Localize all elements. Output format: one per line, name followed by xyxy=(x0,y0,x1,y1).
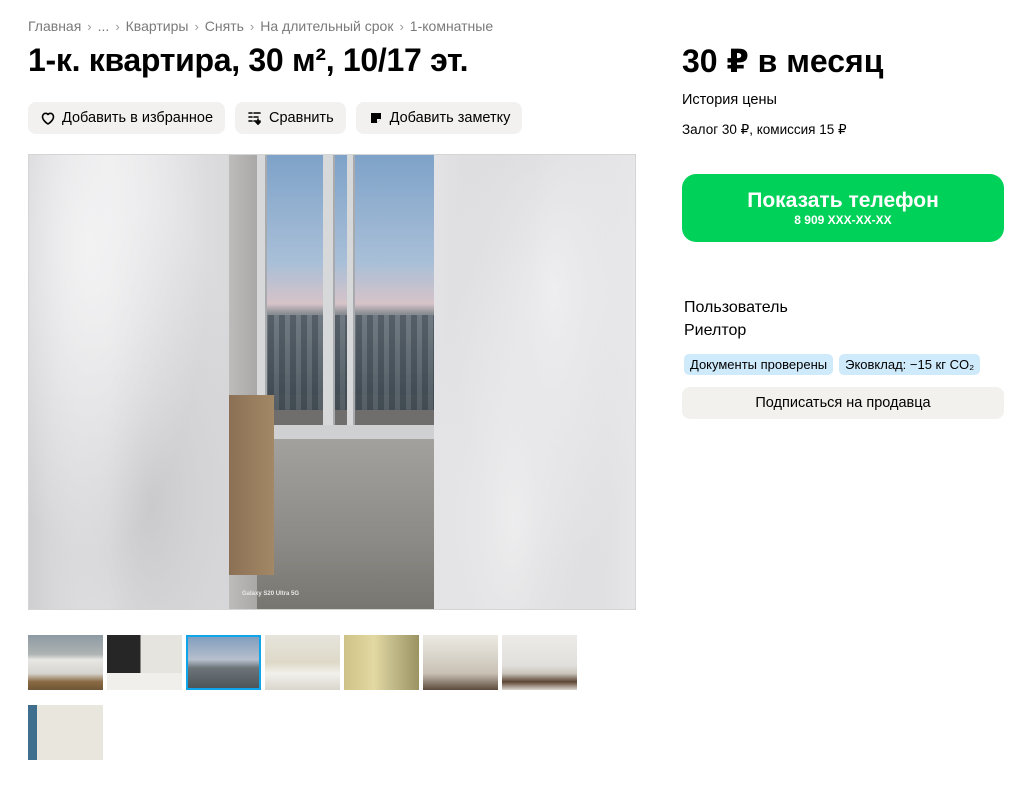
breadcrumb-separator: › xyxy=(87,18,92,34)
thumbnail-6[interactable] xyxy=(423,635,498,690)
price-history-link[interactable]: История цены xyxy=(682,92,777,108)
seller-type: Риелтор xyxy=(684,322,747,339)
main-photo-viewer[interactable]: Galaxy S20 Ultra 5G xyxy=(28,154,636,610)
thumbnail-7[interactable] xyxy=(502,635,577,690)
breadcrumb-separator: › xyxy=(399,18,404,34)
documents-verified-badge[interactable]: Документы проверены xyxy=(684,354,834,375)
thumbnail-8[interactable] xyxy=(28,705,103,760)
deposit-commission: Залог 30 ₽, комиссия 15 ₽ xyxy=(682,122,847,137)
subscribe-to-seller-button[interactable]: Подписаться на продавца xyxy=(682,387,1004,419)
compare-button[interactable]: Сравнить xyxy=(235,102,346,134)
breadcrumb-apartments[interactable]: Квартиры xyxy=(126,18,189,34)
breadcrumb-ellipsis[interactable]: ... xyxy=(98,18,110,34)
main-photo: Galaxy S20 Ultra 5G xyxy=(229,155,434,609)
thumbnail-4[interactable] xyxy=(265,635,340,690)
show-phone-button[interactable]: Показать телефон 8 909 XXX-XX-XX xyxy=(682,174,1004,242)
photo-watermark: Galaxy S20 Ultra 5G xyxy=(242,591,300,597)
add-to-favorites-label: Добавить в избранное xyxy=(62,110,214,126)
listing-actions: Добавить в избранное Сравнить Добавить з… xyxy=(28,102,523,134)
add-to-favorites-button[interactable]: Добавить в избранное xyxy=(28,102,226,134)
breadcrumb-one-room[interactable]: 1-комнатные xyxy=(410,18,493,34)
compare-label: Сравнить xyxy=(269,110,334,126)
show-phone-label: Показать телефон xyxy=(747,189,939,212)
breadcrumb-separator: › xyxy=(249,18,255,34)
breadcrumb: Главная › ... › Квартиры › Снять › На дл… xyxy=(28,18,493,34)
eco-contribution-badge[interactable]: Эковклад: −15 кг CO₂ xyxy=(839,354,981,375)
seller-badges: Документы проверены Эковклад: −15 кг CO₂ xyxy=(684,354,981,375)
thumbnail-1[interactable] xyxy=(28,635,103,690)
thumbnail-3[interactable] xyxy=(186,635,261,690)
breadcrumb-long-term[interactable]: На длительный срок xyxy=(260,18,393,34)
thumbnail-2[interactable] xyxy=(107,635,182,690)
add-note-button[interactable]: Добавить заметку xyxy=(355,102,523,134)
breadcrumb-separator: › xyxy=(194,18,199,34)
masked-phone-number: 8 909 XXX-XX-XX xyxy=(794,213,892,227)
thumbnail-5[interactable] xyxy=(344,635,419,690)
note-icon xyxy=(368,110,384,126)
photo-blur-left xyxy=(29,155,229,609)
seller-name[interactable]: Пользователь xyxy=(684,299,788,317)
heart-icon xyxy=(40,110,56,126)
price: 30 ₽ в месяц xyxy=(682,43,884,79)
compare-icon xyxy=(247,110,263,126)
breadcrumb-separator: › xyxy=(115,18,120,34)
add-note-label: Добавить заметку xyxy=(389,110,511,126)
breadcrumb-rent[interactable]: Снять xyxy=(205,18,244,34)
breadcrumb-home[interactable]: Главная xyxy=(28,18,81,34)
photo-blur-right xyxy=(433,155,635,609)
page-title: 1-к. квартира, 30 м², 10/17 эт. xyxy=(28,42,469,78)
